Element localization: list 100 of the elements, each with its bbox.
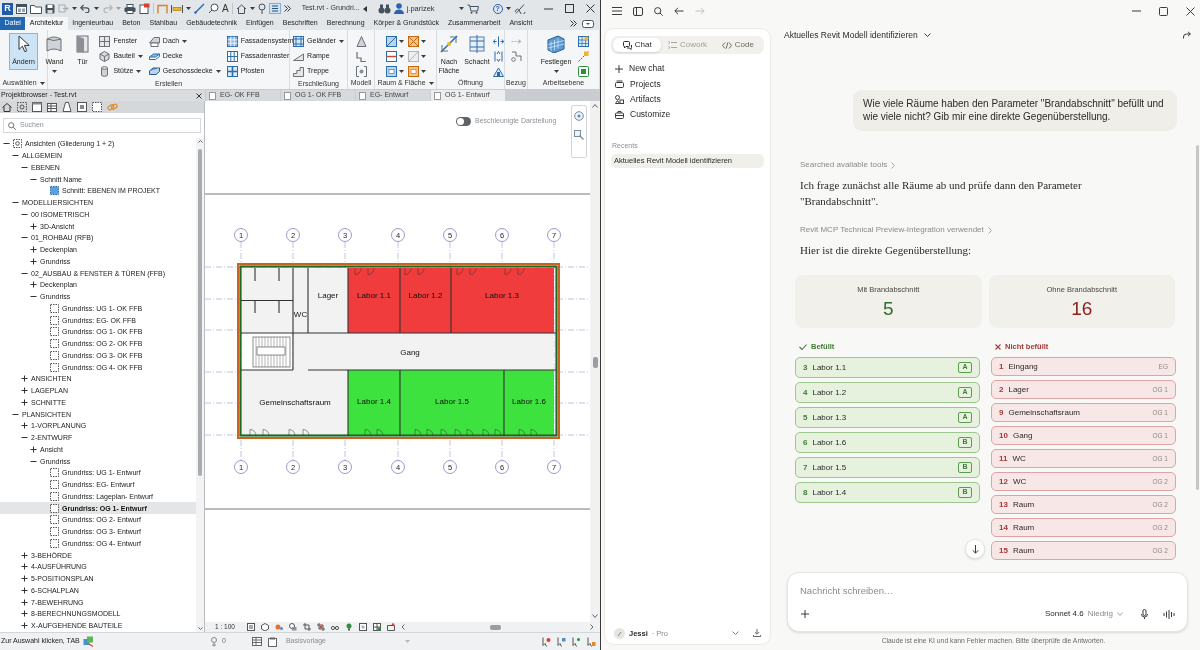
plus-icon[interactable] — [21, 422, 28, 430]
caret-icon[interactable] — [505, 7, 511, 10]
split-square-icon[interactable] — [385, 51, 397, 62]
close-icon[interactable] — [586, 4, 595, 13]
mode-tab[interactable]: Code — [713, 38, 762, 52]
close-icon[interactable] — [1186, 6, 1195, 16]
double-chevron-icon[interactable] — [283, 5, 291, 12]
sidebar-item[interactable]: Artifacts — [611, 91, 764, 108]
caret-icon[interactable] — [182, 40, 188, 43]
text-tool[interactable]: A — [222, 3, 229, 14]
close-icon[interactable] — [196, 92, 202, 99]
plus-icon[interactable] — [30, 222, 37, 230]
lightbulb-icon[interactable] — [344, 623, 353, 631]
glasses-icon[interactable] — [330, 623, 339, 631]
scroll-thumb[interactable] — [489, 624, 501, 630]
table-icon[interactable] — [251, 637, 262, 646]
diagonal-line-icon[interactable] — [194, 3, 205, 14]
hatched-square-icon[interactable] — [385, 36, 397, 47]
caret-icon[interactable] — [428, 81, 434, 85]
bracket-icon[interactable] — [355, 66, 367, 77]
arrows-icon[interactable] — [493, 36, 504, 47]
app-logo[interactable]: R — [2, 2, 13, 15]
mode-tab[interactable]: Chat — [613, 38, 662, 52]
tool-call-summary[interactable]: Revit MCP Technical Preview-Integration verwendet — [800, 224, 984, 236]
caret-icon[interactable] — [420, 40, 426, 43]
tag-square-icon[interactable] — [407, 66, 419, 77]
gable-icon[interactable] — [493, 66, 504, 77]
caret-icon[interactable] — [398, 70, 404, 73]
back-arrow-icon[interactable] — [674, 7, 684, 15]
search-icon[interactable] — [654, 6, 663, 16]
double-chevron-icon[interactable] — [570, 20, 577, 27]
magnifier-icon[interactable] — [574, 130, 584, 140]
magnifier-icon[interactable] — [208, 3, 219, 14]
plus-icon[interactable] — [21, 575, 28, 583]
cart-icon[interactable] — [466, 3, 479, 14]
caret-icon[interactable] — [39, 81, 45, 85]
cursor-square-icon[interactable] — [557, 636, 566, 647]
binoculars-icon[interactable] — [377, 3, 391, 14]
maximize-icon[interactable] — [565, 4, 574, 13]
add-button[interactable] — [798, 607, 812, 621]
polyline-circle-icon[interactable] — [510, 51, 522, 62]
menu-icon[interactable] — [612, 7, 622, 15]
chevron-down-icon[interactable] — [197, 627, 203, 630]
chevron-right-icon[interactable] — [590, 624, 594, 630]
overlapping-squares-icon[interactable] — [82, 636, 94, 647]
maximize-icon[interactable] — [1159, 6, 1168, 16]
plus-icon[interactable] — [21, 622, 28, 630]
plus-icon[interactable] — [30, 246, 37, 254]
caret-icon[interactable] — [94, 7, 99, 10]
model-selector[interactable]: Sonnet 4.6 Niedrig — [1044, 608, 1123, 620]
plus-icon[interactable] — [21, 610, 28, 618]
polyline-icon[interactable] — [355, 51, 367, 62]
plus-icon[interactable] — [21, 563, 28, 571]
crop-region-icon[interactable] — [316, 623, 325, 631]
home-icon[interactable] — [2, 102, 12, 112]
frame-icon[interactable] — [386, 623, 395, 631]
table-icon[interactable] — [47, 102, 57, 112]
slashed-wave-icon[interactable] — [513, 3, 526, 14]
crossed-square-icon[interactable] — [407, 36, 419, 47]
tool-call-summary[interactable]: Searched available tools — [800, 159, 888, 171]
dropdown-box-icon[interactable] — [582, 19, 594, 28]
chevron-up-icon[interactable] — [197, 140, 203, 143]
printer-icon[interactable] — [124, 3, 136, 14]
sheet-icon[interactable] — [32, 102, 42, 112]
caret-icon[interactable] — [420, 55, 426, 58]
scrollbar[interactable] — [1196, 145, 1199, 490]
caret-icon[interactable] — [72, 7, 77, 10]
caret-icon[interactable] — [249, 7, 255, 10]
caret-icon[interactable] — [215, 70, 221, 73]
vertical-arrows-icon[interactable] — [493, 51, 504, 62]
chevron-left-icon[interactable] — [400, 624, 405, 630]
cursor-dot-icon[interactable] — [542, 636, 551, 647]
plus-icon[interactable] — [21, 387, 28, 395]
caret-icon[interactable] — [51, 69, 57, 73]
caret-icon[interactable] — [338, 40, 344, 43]
waveform-icon[interactable] — [1163, 609, 1175, 619]
caret-icon[interactable] — [553, 69, 559, 73]
plus-icon[interactable] — [21, 551, 28, 559]
chat-title[interactable]: Aktuelles Revit Modell identifizieren — [784, 28, 918, 42]
message-input[interactable]: Nachricht schreiben… — [800, 585, 1175, 597]
caret-icon[interactable] — [420, 70, 426, 73]
square-icon[interactable] — [578, 66, 590, 77]
sidebar-item[interactable]: New chat — [611, 61, 764, 77]
scroll-down-button[interactable] — [965, 539, 985, 559]
plus-icon[interactable] — [21, 398, 28, 406]
lines-icon[interactable] — [246, 623, 255, 631]
scroll-thumb[interactable] — [198, 149, 202, 476]
nested-squares-icon[interactable] — [372, 623, 381, 631]
grid-icon[interactable] — [578, 36, 590, 47]
square-icon[interactable] — [358, 623, 367, 631]
scroll-thumb[interactable] — [592, 357, 598, 368]
sheet-icon[interactable] — [139, 3, 150, 14]
undo-icon[interactable] — [80, 4, 91, 13]
person-icon[interactable] — [393, 3, 404, 14]
tag-square-icon[interactable] — [385, 66, 397, 77]
square-circle-icon[interactable] — [17, 102, 27, 112]
triangle-icon[interactable] — [355, 36, 367, 47]
sidebar-item[interactable]: Customize — [611, 107, 764, 123]
microphone-icon[interactable] — [1141, 609, 1148, 619]
chevron-down-icon[interactable] — [923, 33, 931, 37]
